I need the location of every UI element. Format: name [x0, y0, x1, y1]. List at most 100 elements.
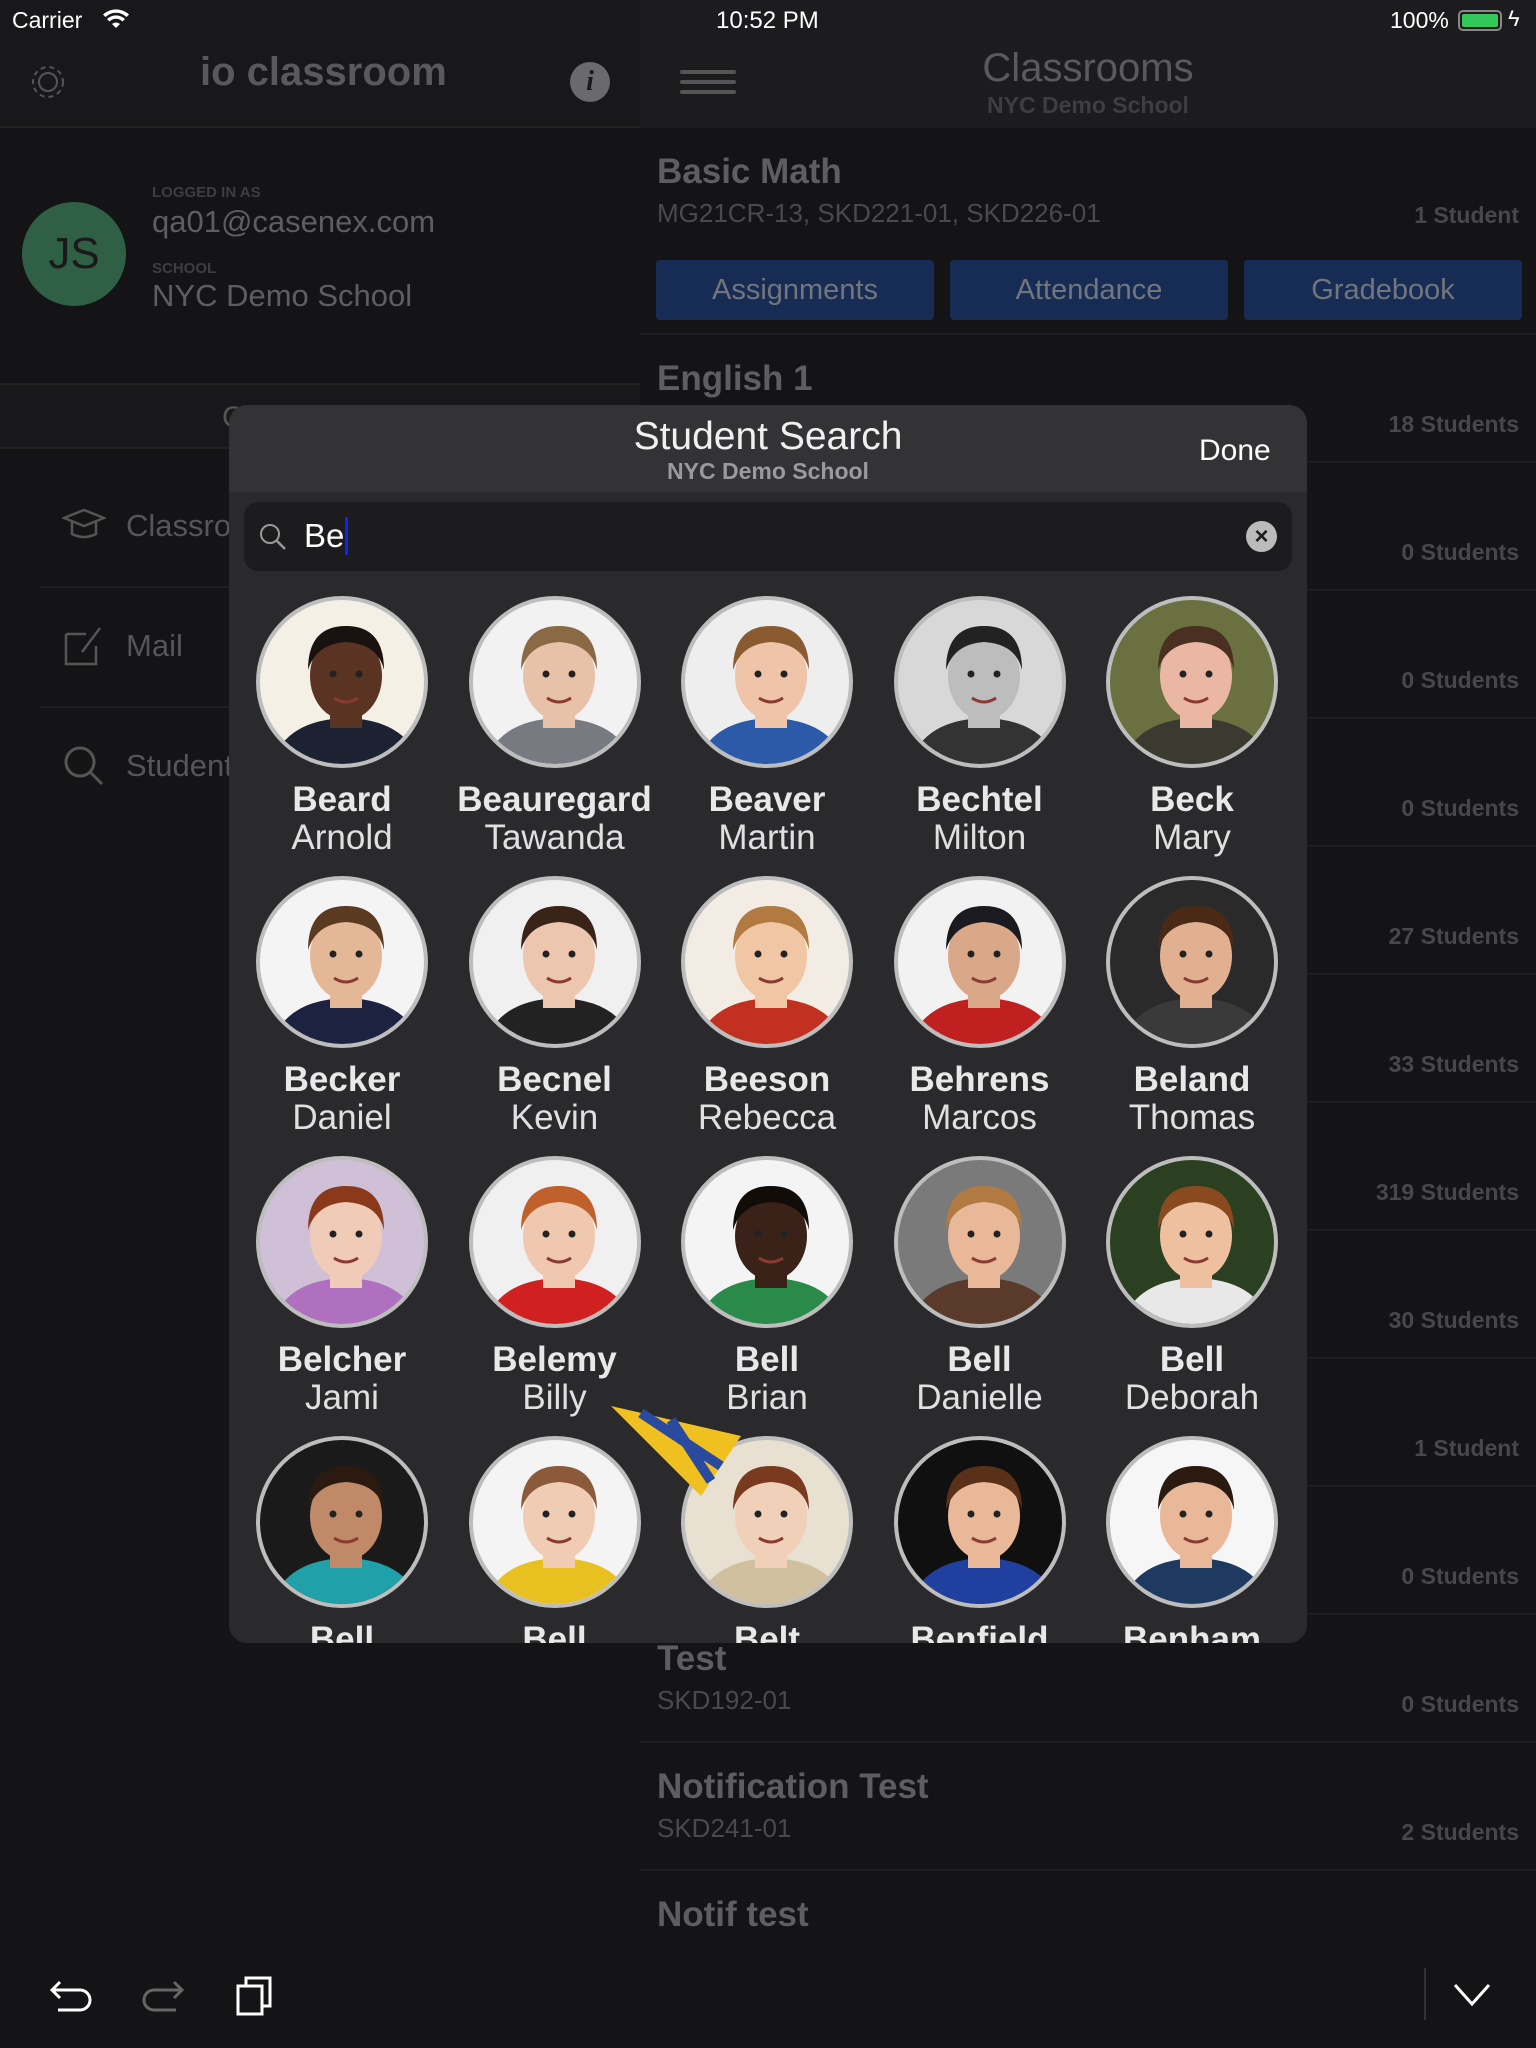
student-first-name: Tawanda	[484, 818, 625, 857]
student-count: 2 Students	[1401, 1819, 1519, 1845]
student-count: 319 Students	[1375, 1179, 1519, 1205]
student-first-name: Arnold	[291, 818, 393, 857]
student-card[interactable]: Bell Deborah	[1086, 1156, 1298, 1436]
student-count: 33 Students	[1388, 1051, 1519, 1077]
status-bar: Carrier 10:52 PM 100% ϟ	[0, 0, 1536, 40]
undo-icon[interactable]	[48, 1976, 96, 2016]
battery-icon	[1458, 10, 1502, 31]
student-photo	[256, 596, 428, 768]
logged-in-label: LOGGED IN AS	[152, 184, 261, 201]
student-card[interactable]: Beck Mary	[1086, 596, 1298, 876]
gradebook-button[interactable]: Gradebook	[1244, 260, 1522, 320]
student-photo	[681, 876, 853, 1048]
student-last-name: Beland	[1133, 1060, 1251, 1099]
student-card[interactable]: Belt	[611, 1406, 873, 1643]
classroom-codes: SKD241-01	[657, 1813, 792, 1843]
student-card[interactable]: Becnel Kevin	[449, 876, 661, 1156]
info-icon[interactable]: i	[570, 62, 610, 102]
classroom-codes: SKD192-01	[657, 1685, 792, 1715]
copy-icon[interactable]	[234, 1974, 274, 2018]
student-photo	[1106, 876, 1278, 1048]
classroom-title: Notif test	[657, 1895, 809, 1934]
bottom-toolbar	[0, 1946, 1536, 2048]
student-last-name: Bell	[734, 1340, 800, 1379]
party-hat-icon	[611, 1406, 741, 1496]
student-count: 0 Students	[1401, 539, 1519, 565]
student-card[interactable]: Bechtel Milton	[874, 596, 1086, 876]
time-label: 10:52 PM	[716, 7, 819, 34]
attendance-button[interactable]: Attendance	[950, 260, 1228, 320]
student-first-name: Jami	[305, 1378, 379, 1417]
classroom-codes: MG21CR-13, SKD221-01, SKD226-01	[657, 198, 1101, 228]
student-photo	[256, 1436, 428, 1608]
student-last-name: Bell	[522, 1620, 587, 1643]
student-first-name: Kevin	[510, 1098, 599, 1137]
student-card[interactable]: Beaver Martin	[661, 596, 873, 876]
battery-percent: 100%	[1390, 7, 1449, 33]
page-title: Classrooms	[982, 46, 1194, 90]
student-card[interactable]: Benham	[1086, 1436, 1298, 1643]
student-photo	[256, 876, 428, 1048]
student-count: 0 Students	[1401, 1691, 1519, 1717]
student-last-name: Bell	[947, 1340, 1012, 1379]
student-card[interactable]: Beard Arnold	[236, 596, 448, 876]
student-count: 0 Students	[1401, 1563, 1519, 1589]
student-photo	[468, 1156, 641, 1328]
student-photo	[1106, 596, 1278, 768]
student-card[interactable]: Bell Danielle	[874, 1156, 1086, 1436]
student-card[interactable]: Beeson Rebecca	[661, 876, 873, 1156]
user-email: qa01@casenex.com	[152, 204, 436, 239]
classroom-row[interactable]: Notification Test SKD241-01 2 Students	[640, 1743, 1536, 1871]
student-card[interactable]: Behrens Marcos	[874, 876, 1086, 1156]
student-card[interactable]: Bell Brian	[661, 1156, 873, 1436]
student-card[interactable]: Benfield	[874, 1436, 1086, 1643]
sidebar-item-label: Mail	[126, 628, 183, 663]
student-photo	[893, 596, 1066, 768]
chevron-down-icon[interactable]	[1452, 1982, 1492, 2008]
carrier-label: Carrier	[12, 7, 83, 33]
student-last-name: Becnel	[497, 1060, 612, 1099]
student-card[interactable]: Beland Thomas	[1086, 876, 1298, 1156]
avatar: JS	[22, 202, 126, 306]
assignments-button[interactable]: Assignments	[656, 260, 934, 320]
compose-icon	[64, 627, 101, 666]
student-count: 0 Students	[1401, 667, 1519, 693]
student-last-name: Behrens	[909, 1060, 1050, 1099]
student-count: 1 Student	[1414, 202, 1519, 228]
student-count: 0 Students	[1401, 795, 1519, 821]
student-first-name: Mary	[1153, 818, 1231, 857]
student-count: 1 Student	[1414, 1435, 1519, 1461]
student-last-name: Benfield	[910, 1620, 1049, 1643]
classroom-row[interactable]: Basic Math MG21CR-13, SKD221-01, SKD226-…	[640, 128, 1536, 335]
student-last-name: Belt	[733, 1620, 801, 1643]
page-subtitle: NYC Demo School	[987, 92, 1189, 118]
redo-icon[interactable]	[138, 1976, 186, 2016]
student-photo	[893, 876, 1066, 1048]
gear-icon[interactable]	[26, 60, 70, 104]
student-last-name: Belemy	[492, 1340, 617, 1379]
wifi-icon	[103, 9, 129, 28]
student-last-name: Bechtel	[916, 780, 1043, 819]
student-photo	[256, 1156, 428, 1328]
school-name: NYC Demo School	[152, 278, 413, 313]
student-count: 30 Students	[1388, 1307, 1519, 1333]
student-first-name: Martin	[718, 818, 816, 857]
student-card[interactable]: Beauregard Tawanda	[449, 596, 661, 876]
student-last-name: Belcher	[277, 1340, 407, 1379]
student-card[interactable]: Belcher Jami	[236, 1156, 448, 1436]
student-first-name: Daniel	[292, 1098, 392, 1137]
student-last-name: Beauregard	[457, 780, 652, 819]
student-photo	[468, 876, 641, 1048]
student-count: 27 Students	[1388, 923, 1519, 949]
classroom-title: Basic Math	[657, 152, 842, 191]
student-card[interactable]: Becker Daniel	[236, 876, 448, 1156]
student-card[interactable]: Bell	[236, 1436, 448, 1643]
charging-icon: ϟ	[1508, 6, 1520, 31]
student-last-name: Beck	[1150, 780, 1234, 819]
student-last-name: Benham	[1122, 1620, 1262, 1643]
student-card[interactable]: Belemy Billy	[449, 1156, 661, 1436]
app-logo: io classroom	[200, 50, 447, 94]
student-last-name: Beaver	[708, 780, 826, 819]
school-label: SCHOOL	[152, 260, 217, 277]
student-photo	[893, 1156, 1066, 1328]
